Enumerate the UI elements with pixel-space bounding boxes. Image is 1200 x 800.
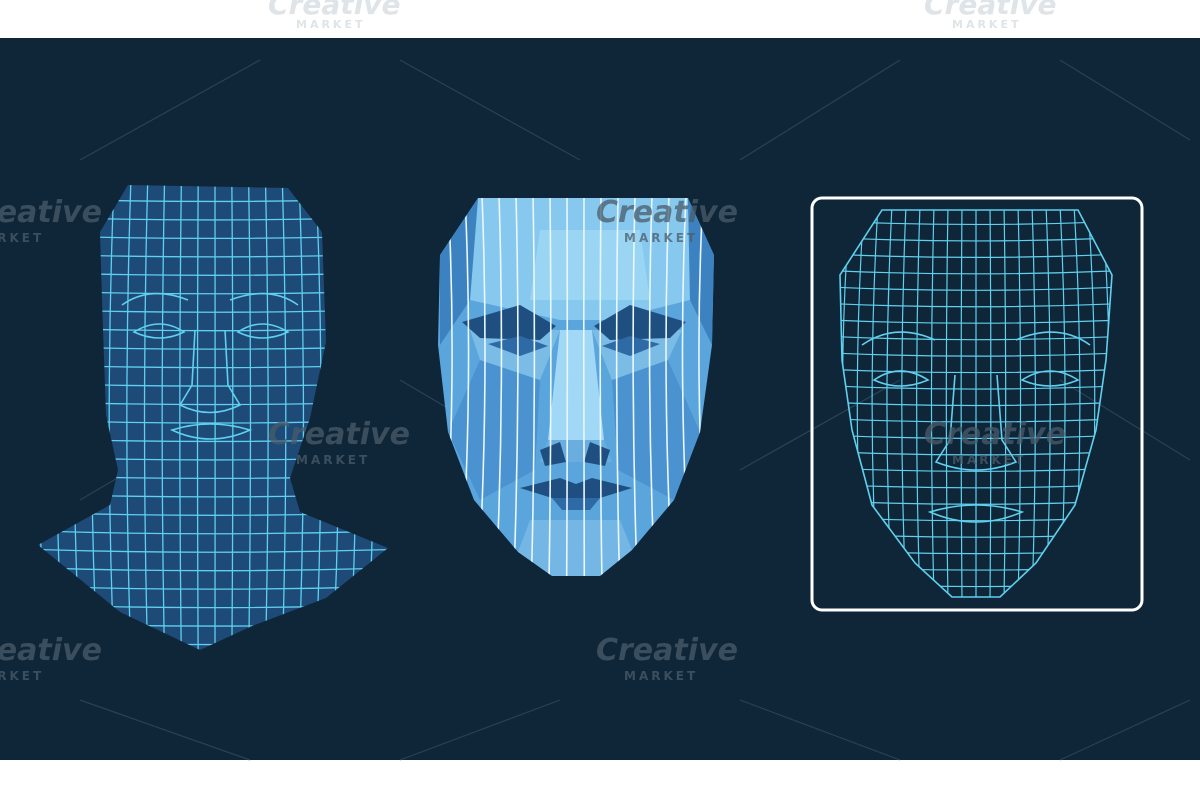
svg-text:MARKET: MARKET bbox=[952, 18, 1021, 31]
svg-text:Creative: Creative bbox=[596, 633, 738, 668]
svg-text:Creative: Creative bbox=[0, 195, 102, 230]
svg-text:MARKET: MARKET bbox=[0, 231, 44, 245]
svg-text:MARKET: MARKET bbox=[624, 669, 698, 683]
svg-text:Creative: Creative bbox=[268, 417, 410, 452]
svg-text:MARKET: MARKET bbox=[952, 453, 1026, 467]
watermark: Creative MARKET bbox=[924, 0, 1056, 31]
watermark: Creative MARKET bbox=[268, 0, 400, 31]
svg-text:MARKET: MARKET bbox=[0, 669, 44, 683]
svg-text:Creative: Creative bbox=[924, 417, 1066, 452]
grid-line-vertical bbox=[196, 185, 199, 650]
svg-text:MARKET: MARKET bbox=[296, 18, 365, 31]
contour-line bbox=[565, 198, 569, 576]
contour-line bbox=[582, 198, 586, 576]
svg-text:MARKET: MARKET bbox=[624, 231, 698, 245]
svg-text:Creative: Creative bbox=[0, 633, 102, 668]
svg-text:Creative: Creative bbox=[596, 195, 738, 230]
svg-text:MARKET: MARKET bbox=[296, 453, 370, 467]
illustration: Creative MARKET Creative MARKET Creative… bbox=[0, 0, 1200, 761]
